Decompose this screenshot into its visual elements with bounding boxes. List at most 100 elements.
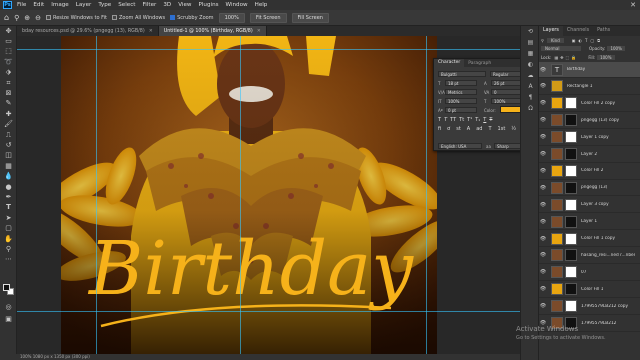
properties-panel-icon[interactable]: ▤ — [521, 37, 540, 48]
document-canvas[interactable]: Birthday — [61, 36, 437, 354]
layer-name[interactable]: 07 — [581, 270, 586, 275]
layer-thumbnail[interactable] — [551, 164, 563, 177]
lock-artboard-icon[interactable]: ⬚ — [566, 55, 570, 60]
visibility-eye-icon[interactable]: 👁 — [539, 219, 547, 225]
path-select-tool-icon[interactable]: ➤ — [0, 213, 17, 223]
fill-field[interactable]: 100% — [597, 54, 615, 60]
layer-row[interactable]: 👁 pngegg (13) copy — [539, 113, 640, 129]
pen-tool-icon[interactable]: ✒ — [0, 192, 17, 202]
filter-smart-icon[interactable]: ⧉ — [597, 38, 600, 43]
artboard-tool-icon[interactable]: ▭ — [0, 36, 17, 46]
swash-button[interactable]: st — [456, 126, 461, 134]
layer-thumbnail[interactable] — [551, 266, 563, 279]
layer-row[interactable]: 👁 T Birthday — [539, 62, 640, 79]
text-layer-thumbnail[interactable]: T — [551, 63, 563, 76]
layer-name[interactable]: Birthday — [567, 67, 585, 72]
menu-help[interactable]: Help — [255, 2, 268, 8]
layer-mask-thumbnail[interactable] — [565, 283, 577, 296]
visibility-eye-icon[interactable]: 👁 — [539, 202, 547, 208]
zoom-out-icon[interactable]: ⊖ — [35, 14, 41, 22]
visibility-eye-icon[interactable]: 👁 — [539, 303, 547, 309]
font-family-select[interactable]: Bulgatti — [438, 71, 486, 77]
language-select[interactable]: English: USA — [438, 143, 482, 149]
kerning-field[interactable]: Metrics — [445, 89, 477, 95]
layer-mask-thumbnail[interactable] — [565, 232, 577, 245]
guide-vertical[interactable] — [96, 36, 97, 354]
ordinals-button[interactable]: T — [488, 126, 491, 134]
tab-paths[interactable]: Paths — [593, 26, 614, 36]
stylistic-button[interactable]: A — [467, 126, 470, 134]
birthday-headline[interactable]: Birthday — [87, 226, 414, 312]
discretionary-button[interactable]: ơ — [447, 126, 450, 134]
horizontal-scale-field[interactable]: 100% — [491, 98, 523, 104]
zoom-value-button[interactable]: 100% — [218, 12, 245, 23]
layer-mask-thumbnail[interactable] — [565, 249, 577, 262]
underline-button[interactable]: T — [483, 117, 486, 125]
menu-file[interactable]: File — [17, 2, 26, 8]
layer-mask-thumbnail[interactable] — [565, 266, 577, 279]
layer-name[interactable]: Layer 3 copy — [581, 202, 609, 207]
menu-plugins[interactable]: Plugins — [199, 2, 219, 8]
layer-row[interactable]: 👁 Color Fill 2 — [539, 163, 640, 180]
zoom-tool-icon[interactable]: ⚲ — [0, 244, 17, 254]
menu-filter[interactable]: Filter — [142, 2, 156, 8]
layer-thumbnail[interactable] — [551, 181, 563, 194]
layer-row[interactable]: 👁 pngegg (13) — [539, 180, 640, 197]
font-style-select[interactable]: Regular — [490, 71, 523, 77]
opacity-field[interactable]: 100% — [607, 46, 625, 52]
visibility-eye-icon[interactable]: 👁 — [539, 286, 547, 292]
screen-mode-icon[interactable]: ▣ — [0, 314, 17, 324]
character-panel-icon[interactable]: A — [521, 81, 540, 92]
fit-screen-button[interactable]: Fit Screen — [249, 12, 287, 23]
eyedropper-tool-icon[interactable]: ✎ — [0, 99, 17, 109]
eraser-tool-icon[interactable]: ◫ — [0, 151, 17, 161]
libraries-panel-icon[interactable]: ☁ — [521, 70, 540, 81]
object-select-tool-icon[interactable]: ⬗ — [0, 68, 17, 78]
layer-row[interactable]: 👁 Layer 1 copy — [539, 130, 640, 146]
adjustments-panel-icon[interactable]: ◐ — [521, 59, 540, 70]
layer-thumbnail[interactable] — [551, 80, 563, 93]
blend-mode-select[interactable]: Normal — [541, 46, 581, 52]
type-tool-icon[interactable]: T — [0, 203, 17, 213]
guide-horizontal[interactable] — [17, 49, 520, 50]
visibility-eye-icon[interactable]: 👁 — [539, 134, 547, 140]
history-brush-tool-icon[interactable]: ↺ — [0, 140, 17, 150]
visibility-eye-icon[interactable]: 👁 — [539, 269, 547, 275]
tab-bday-resources[interactable]: bday resources.psd @ 29.6% (pngegg (13),… — [17, 26, 159, 36]
layer-thumbnail[interactable] — [551, 114, 563, 127]
layer-kind-filter[interactable]: Kind — [546, 37, 564, 43]
layer-row[interactable]: 👁 Layer 2 — [539, 147, 640, 163]
layer-mask-thumbnail[interactable] — [565, 114, 577, 127]
menu-image[interactable]: Image — [51, 2, 69, 8]
visibility-eye-icon[interactable]: 👁 — [539, 117, 547, 123]
menu-view[interactable]: View — [178, 2, 191, 8]
ligatures-button[interactable]: fi — [438, 126, 441, 134]
antialias-select[interactable]: Sharp — [494, 143, 523, 149]
strikethrough-button[interactable]: T — [489, 117, 492, 125]
menu-edit[interactable]: Edit — [33, 2, 44, 8]
zoom-in-icon[interactable]: ⊕ — [24, 14, 30, 22]
paragraph-panel-icon[interactable]: ¶ — [521, 92, 540, 103]
subscript-button[interactable]: T₁ — [475, 117, 480, 125]
glyphs-panel-icon[interactable]: Ω — [521, 103, 540, 114]
layer-row[interactable]: 👁 hasang_resi...ned r...nber — [539, 248, 640, 265]
layer-mask-thumbnail[interactable] — [565, 215, 577, 228]
foreground-color-swatch[interactable] — [3, 284, 10, 291]
small-caps-button[interactable]: Tt — [459, 117, 464, 125]
layer-thumbnail[interactable] — [551, 198, 563, 211]
vertical-scale-field[interactable]: 100% — [445, 98, 477, 104]
history-panel-icon[interactable]: ⟲ — [521, 26, 540, 37]
layer-thumbnail[interactable] — [551, 148, 563, 161]
faux-italic-button[interactable]: T — [444, 117, 447, 125]
layer-mask-thumbnail[interactable] — [565, 198, 577, 211]
layer-row[interactable]: 👁 07 — [539, 265, 640, 281]
move-tool-icon[interactable]: ✥ — [0, 26, 17, 36]
quick-mask-icon[interactable]: ◎ — [0, 302, 17, 312]
shape-tool-icon[interactable]: ▢ — [0, 223, 17, 233]
layer-thumbnail[interactable] — [551, 300, 563, 313]
layer-thumbnail[interactable] — [551, 232, 563, 245]
layer-name[interactable]: pngegg (13) copy — [581, 118, 619, 123]
layer-name[interactable]: Layer 1 copy — [581, 135, 609, 140]
layer-name[interactable]: hasang_resi...ned r...nber — [581, 253, 635, 258]
all-caps-button[interactable]: TT — [450, 117, 456, 125]
